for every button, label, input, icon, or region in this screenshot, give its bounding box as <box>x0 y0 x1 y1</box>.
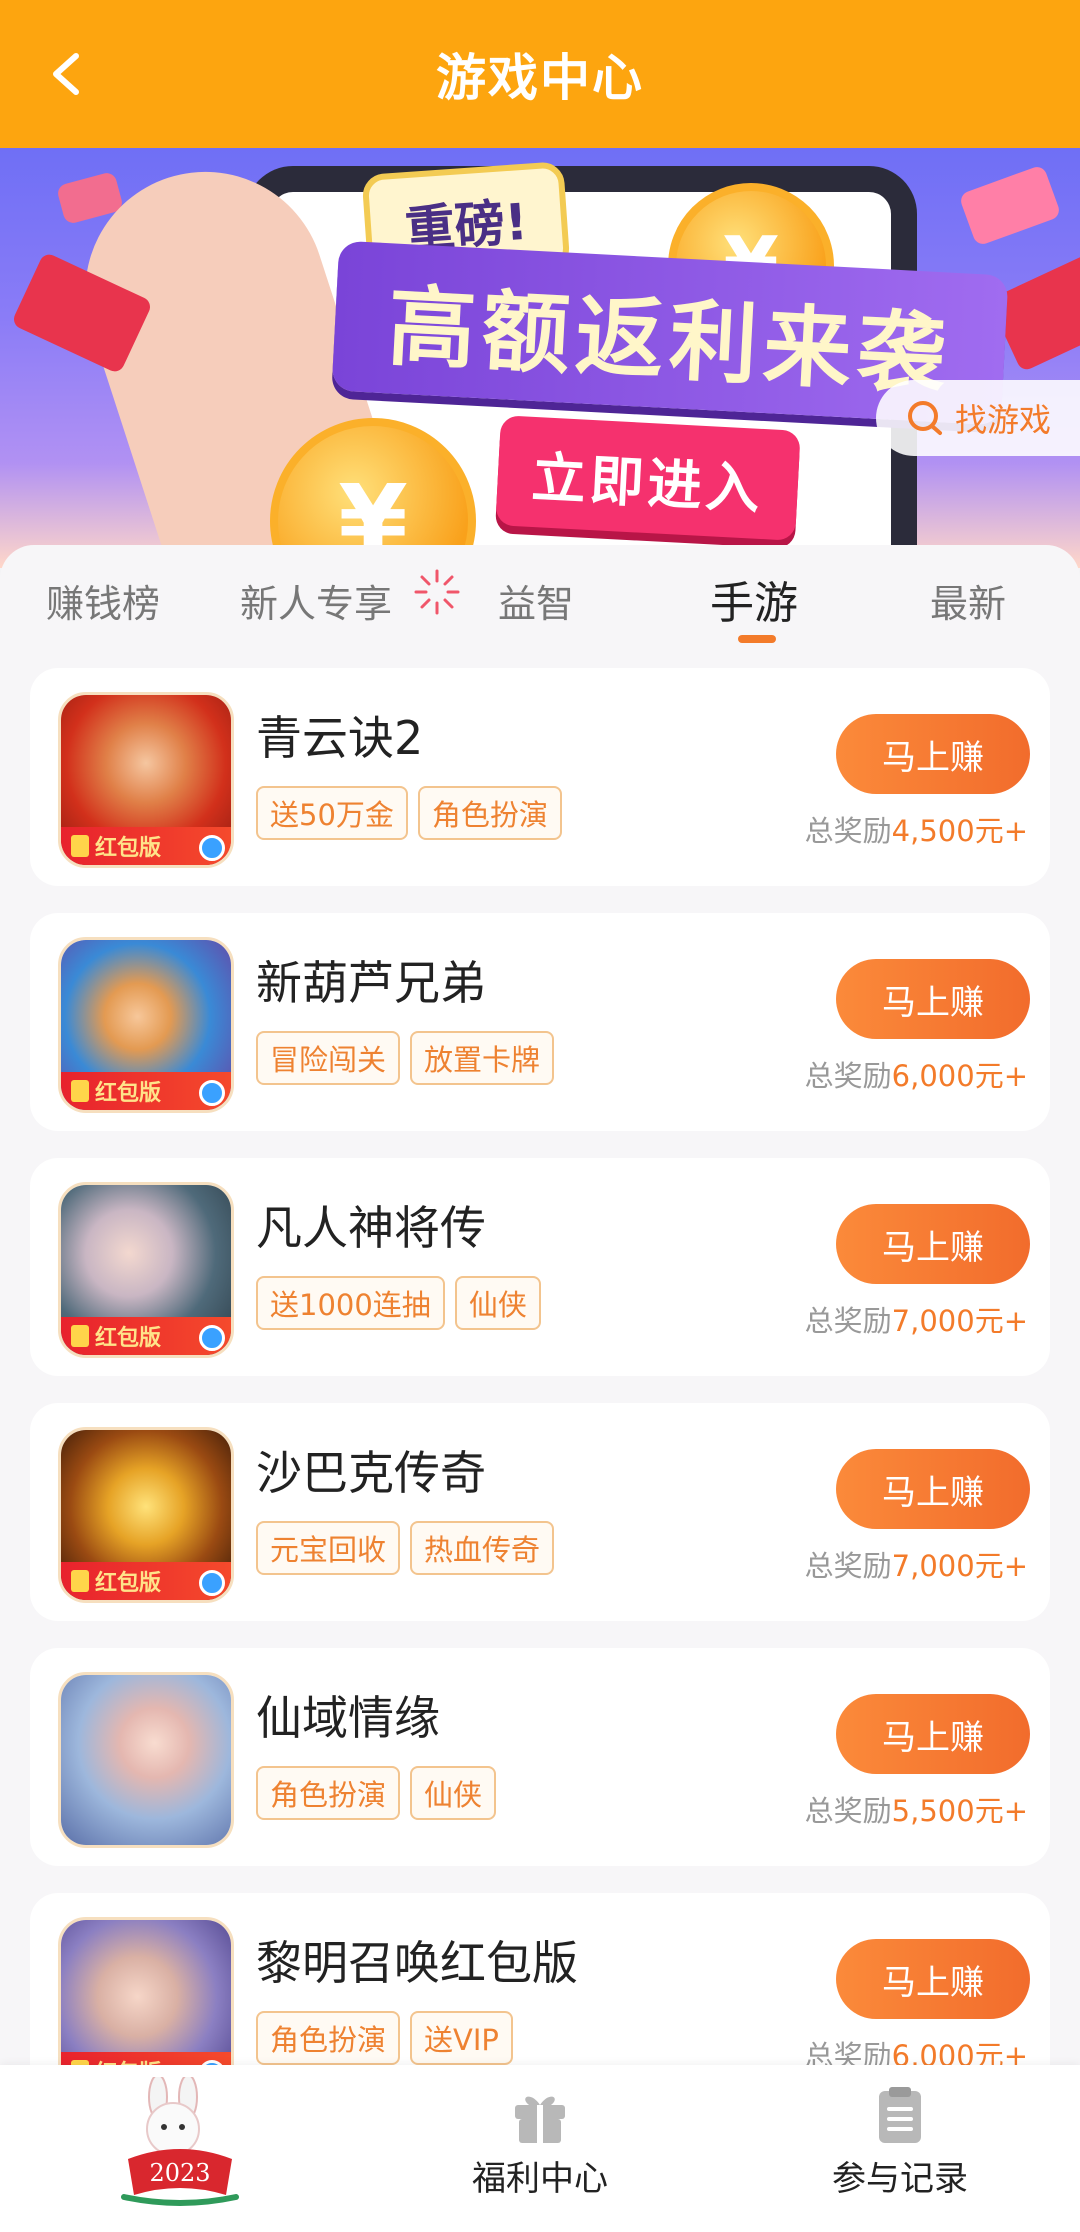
tab-mobile-games[interactable]: 手游 <box>710 567 798 631</box>
new-year-rabbit-icon[interactable]: 2023 <box>110 2077 250 2217</box>
red-envelope-icon <box>958 164 1062 247</box>
game-name: 沙巴克传奇 <box>256 1446 486 1500</box>
back-arrow-icon[interactable] <box>46 52 90 96</box>
game-icon[interactable]: 红包版 <box>58 937 234 1113</box>
red-packet-badge: 红包版 <box>95 1081 162 1106</box>
earn-now-button[interactable]: 马上赚 <box>836 1204 1030 1284</box>
game-card[interactable]: 仙域情缘 角色扮演 仙侠 马上赚 总奖励5,500元+ <box>30 1648 1050 1866</box>
svg-text:2023: 2023 <box>149 2159 210 2187</box>
promo-banner[interactable]: ¥ 重磅! 高额返利来袭 ¥ 立即进入 <box>0 148 1080 568</box>
game-tag: 热血传奇 <box>410 1521 555 1575</box>
total-reward: 总奖励7,000元+ <box>804 1549 1028 1583</box>
game-name: 青云诀2 <box>256 711 424 765</box>
game-card[interactable]: 红包版 沙巴克传奇 元宝回收 热血传奇 马上赚 总奖励7,000元+ <box>30 1403 1050 1621</box>
red-packet-badge: 红包版 <box>95 1326 162 1351</box>
earn-now-button[interactable]: 马上赚 <box>836 1449 1030 1529</box>
game-icon[interactable] <box>58 1672 234 1848</box>
total-reward: 总奖励6,000元+ <box>804 1059 1028 1093</box>
app-header: 游戏中心 <box>0 0 1080 148</box>
game-icon[interactable]: 红包版 <box>58 1182 234 1358</box>
nav-records-label: 参与记录 <box>832 2159 968 2199</box>
earn-now-button[interactable]: 马上赚 <box>836 959 1030 1039</box>
earn-now-button[interactable]: 马上赚 <box>836 1694 1030 1774</box>
game-tag: 元宝回收 <box>256 1521 401 1575</box>
game-card[interactable]: 红包版 青云诀2 送50万金 角色扮演 马上赚 总奖励4,500元+ <box>30 668 1050 886</box>
game-card[interactable]: 红包版 新葫芦兄弟 冒险闯关 放置卡牌 马上赚 总奖励6,000元+ <box>30 913 1050 1131</box>
search-icon <box>907 401 942 435</box>
find-game-button[interactable]: 找游戏 <box>876 380 1080 456</box>
tab-latest[interactable]: 最新 <box>930 573 1006 628</box>
game-tag: 仙侠 <box>410 1766 497 1820</box>
game-name: 新葫芦兄弟 <box>256 956 486 1010</box>
enter-now-button[interactable]: 立即进入 <box>495 415 801 541</box>
red-packet-badge: 红包版 <box>95 1571 162 1596</box>
firework-icon <box>414 569 460 615</box>
game-tag: 角色扮演 <box>417 786 562 840</box>
game-tag: 角色扮演 <box>256 1766 401 1820</box>
total-reward: 总奖励5,500元+ <box>804 1794 1028 1828</box>
clipboard-list-icon <box>879 2087 921 2143</box>
active-tab-indicator <box>738 635 776 643</box>
tab-puzzle[interactable]: 益智 <box>498 573 574 628</box>
game-tag: 送1000连抽 <box>256 1276 445 1330</box>
game-tag: 送50万金 <box>256 786 408 840</box>
find-game-label: 找游戏 <box>954 401 1051 439</box>
game-tag: 放置卡牌 <box>410 1031 555 1085</box>
gift-icon <box>515 2096 565 2143</box>
earn-now-button[interactable]: 马上赚 <box>836 714 1030 794</box>
game-tag: 角色扮演 <box>256 2011 401 2065</box>
red-packet-badge: 红包版 <box>95 836 162 861</box>
total-reward: 总奖励7,000元+ <box>804 1304 1028 1338</box>
category-tabs: 赚钱榜 新人专享 益智 手游 最新 <box>0 545 1080 655</box>
page-title: 游戏中心 <box>436 49 644 107</box>
game-tag: 冒险闯关 <box>256 1031 401 1085</box>
tab-earn-ranking[interactable]: 赚钱榜 <box>46 573 160 628</box>
game-name: 黎明召唤红包版 <box>256 1936 578 1990</box>
game-icon[interactable]: 红包版 <box>58 1427 234 1603</box>
tab-newcomer[interactable]: 新人专享 <box>240 573 392 628</box>
game-list-panel: 赚钱榜 新人专享 益智 手游 最新 红包版 青云诀2 送50万金 角色扮演 马上… <box>0 545 1080 2111</box>
nav-welfare-label: 福利中心 <box>472 2159 608 2199</box>
game-name: 凡人神将传 <box>256 1201 486 1255</box>
game-tag: 仙侠 <box>454 1276 541 1330</box>
nav-participation-records[interactable]: 参与记录 <box>800 2085 1000 2200</box>
bottom-nav: 2023 福利中心 参与记录 <box>0 2065 1080 2232</box>
game-card[interactable]: 红包版 凡人神将传 送1000连抽 仙侠 马上赚 总奖励7,000元+ <box>30 1158 1050 1376</box>
total-reward: 总奖励4,500元+ <box>804 814 1028 848</box>
game-icon[interactable]: 红包版 <box>58 692 234 868</box>
game-tag: 送VIP <box>410 2011 513 2065</box>
nav-welfare-center[interactable]: 福利中心 <box>440 2085 640 2200</box>
earn-now-button[interactable]: 马上赚 <box>836 1939 1030 2019</box>
game-name: 仙域情缘 <box>256 1691 440 1745</box>
